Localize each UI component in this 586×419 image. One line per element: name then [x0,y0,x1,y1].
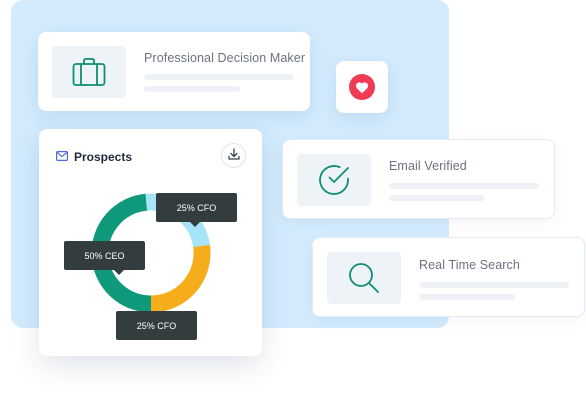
donut-slice-other [150,294,162,313]
prospects-donut-chart [91,193,211,313]
data-label-ceo: 50% CEO [64,241,145,275]
data-label-cfo-top: 25% CFO [156,193,237,227]
data-label-cfo-bottom: 25% CFO [116,311,197,340]
donut-slice-cfo-right [158,244,211,312]
illustration-stage: Professional Decision Maker Email Verifi… [0,0,586,419]
